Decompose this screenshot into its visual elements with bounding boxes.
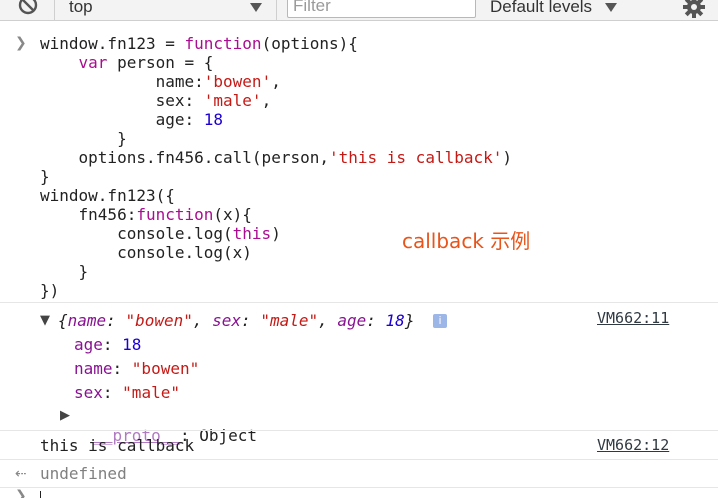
collapse-triangle-icon[interactable]: ▼ (40, 313, 50, 328)
expand-triangle-icon[interactable]: ▶ (60, 408, 70, 423)
context-selector[interactable]: top (69, 0, 93, 17)
code-token: name (74, 359, 113, 378)
source-link[interactable]: VM662:12 (597, 436, 669, 454)
annotation-label: callback 示例 (402, 229, 531, 253)
code-token: window.fn123({ (40, 186, 175, 205)
code-token: : (106, 311, 126, 330)
message-separator (0, 302, 718, 303)
code-token: , (318, 311, 338, 330)
code-line: options.fn456.call(person,'this is callb… (40, 148, 512, 167)
code-token: 'male' (203, 91, 262, 110)
code-token: console.log(x) (40, 243, 252, 262)
code-line: }) (40, 281, 59, 300)
code-token: age (337, 311, 367, 330)
toolbar-divider (276, 0, 277, 20)
code-token: : (241, 311, 261, 330)
code-token: } (40, 167, 50, 186)
code-token: "bowen" (131, 359, 200, 378)
code-line: name:'bowen', (40, 72, 281, 91)
code-token: name: (40, 72, 204, 91)
code-token: ) (502, 148, 513, 167)
code-token: { (58, 311, 68, 330)
code-token: 'this is callback' (328, 148, 503, 167)
code-token: sex: (40, 91, 204, 110)
code-line: } (40, 167, 50, 186)
filter-input[interactable] (288, 0, 473, 16)
code-token: window.fn123 = (40, 34, 185, 53)
code-token: age: (40, 110, 204, 129)
log-levels-selector[interactable]: Default levels (490, 0, 592, 17)
code-line: console.log(x) (40, 243, 252, 262)
code-line: window.fn123({ (40, 186, 175, 205)
return-value: undefined (40, 464, 127, 483)
code-token: person = { (107, 53, 214, 72)
info-icon[interactable]: i (433, 314, 447, 328)
code-token: var (78, 53, 108, 72)
code-line: fn456:function(x){ (40, 205, 252, 224)
code-token: : (366, 311, 386, 330)
code-token: : (102, 383, 123, 402)
context-dropdown-icon[interactable] (249, 0, 263, 18)
code-token: "male" (260, 311, 319, 330)
code-line: var person = { (40, 53, 214, 72)
code-line: console.log(this) (40, 224, 281, 243)
filter-field[interactable] (287, 0, 476, 18)
code-token: : (112, 359, 132, 378)
console-toolbar: top Default levels (0, 0, 718, 21)
levels-dropdown-icon[interactable] (604, 0, 618, 18)
code-line: sex: 'male', (40, 91, 272, 110)
code-token: function (136, 205, 214, 224)
object-property: name: "bowen" (74, 359, 199, 378)
code-token: , (261, 91, 272, 110)
code-token: , (271, 72, 281, 91)
settings-gear-icon[interactable] (683, 0, 705, 22)
code-token: (options){ (261, 34, 358, 53)
message-separator (0, 459, 718, 460)
code-token: : (102, 335, 123, 354)
code-token: }) (40, 281, 60, 300)
input-prompt-chevron-icon: ❯ (15, 35, 27, 51)
code-line: age: 18 (40, 110, 223, 129)
code-token: console.log( (40, 224, 233, 243)
console-caret[interactable] (40, 491, 41, 498)
code-token: 18 (122, 335, 142, 354)
code-token: } (40, 262, 89, 281)
code-token: "male" (122, 383, 180, 402)
code-token: } (40, 129, 127, 148)
object-preview[interactable]: {name: "bowen", sex: "male", age: 18} (58, 311, 414, 330)
clear-console-icon[interactable] (17, 0, 39, 17)
code-token: 18 (385, 311, 405, 330)
input-prompt-chevron-icon: ❯ (15, 488, 27, 498)
toolbar-divider (54, 0, 55, 20)
code-line: window.fn123 = function(options){ (40, 34, 358, 53)
code-token: (x){ (213, 205, 252, 224)
code-token: } (404, 311, 415, 330)
code-token: , (192, 311, 213, 330)
message-separator (0, 487, 718, 488)
code-line: } (40, 262, 89, 281)
message-separator (0, 430, 718, 431)
code-token: 18 (203, 110, 224, 129)
result-arrow-icon: ⇠ (15, 466, 27, 482)
code-token: "bowen" (125, 311, 193, 330)
log-message: this is callback (40, 436, 195, 455)
code-token: function (184, 34, 262, 53)
object-property: sex: "male" (74, 383, 180, 402)
code-token: sex (212, 311, 242, 330)
object-property: age: 18 (74, 335, 141, 354)
code-token: 'bowen' (203, 72, 272, 91)
code-line: } (40, 129, 127, 148)
source-link[interactable]: VM662:11 (597, 309, 669, 327)
code-token: name (67, 311, 107, 330)
code-token: age (74, 335, 103, 354)
code-token: options.fn456.call(person, (40, 148, 329, 167)
code-token: ) (271, 224, 281, 243)
code-token: sex (74, 383, 103, 402)
code-token: fn456: (40, 205, 137, 224)
code-token: this (232, 224, 272, 243)
